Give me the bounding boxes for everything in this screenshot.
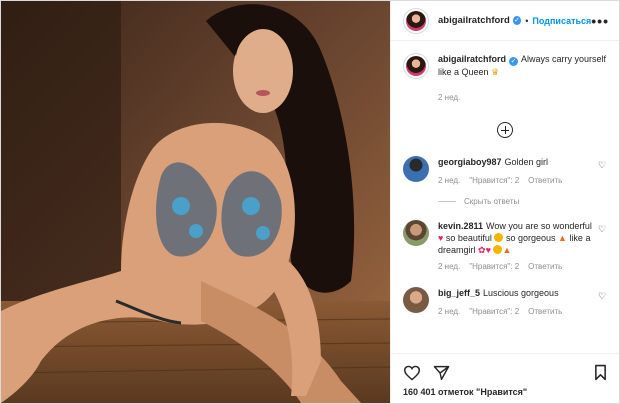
comment-likes[interactable]: "Нравится": 2 bbox=[469, 176, 519, 185]
post-photo[interactable] bbox=[1, 1, 390, 403]
heart-icon[interactable] bbox=[403, 365, 421, 381]
comment-row: georgiaboy987 Golden girl 2 нед. "Нравится… bbox=[403, 156, 607, 187]
comment-likes[interactable]: "Нравится": 2 bbox=[469, 262, 519, 271]
comment-time: 2 нед. bbox=[438, 262, 461, 271]
comment-meta: 2 нед. "Нравится": 2 Ответить bbox=[438, 175, 597, 187]
bookmark-icon[interactable] bbox=[594, 364, 607, 381]
comment-text: Luscious gorgeous bbox=[483, 288, 559, 298]
comments-feed[interactable]: abigailratchford ✓ Always carry yourself l… bbox=[391, 41, 619, 341]
follow-button[interactable]: Подписаться bbox=[532, 16, 591, 26]
fire-icon: ▲ bbox=[502, 245, 512, 255]
red-heart-icon: ♥ bbox=[438, 233, 444, 243]
photo-illustration bbox=[1, 1, 390, 403]
author-username[interactable]: abigailratchford bbox=[438, 15, 510, 26]
comment-username[interactable]: georgiaboy987 bbox=[438, 157, 502, 167]
reply-button[interactable]: Ответить bbox=[528, 307, 562, 316]
commenter-avatar[interactable] bbox=[403, 156, 429, 182]
action-bar bbox=[391, 353, 619, 383]
likes-count[interactable]: 160 401 отметок "Нравится" bbox=[403, 387, 527, 397]
fire-icon: ▲ bbox=[558, 233, 567, 243]
caption-time: 2 нед. bbox=[438, 93, 461, 102]
post-header: abigailratchford ✓ • Подписаться ••• bbox=[391, 1, 619, 41]
heart-eyes-face-icon bbox=[494, 233, 504, 242]
separator-dot: • bbox=[525, 15, 529, 26]
caption-username[interactable]: abigailratchford bbox=[438, 54, 506, 64]
instagram-post: abigailratchford ✓ • Подписаться ••• abi… bbox=[0, 0, 620, 404]
comment-time: 2 нед. bbox=[438, 176, 461, 185]
heart-icon[interactable]: ♡ bbox=[597, 160, 607, 171]
heart-icon[interactable]: ♡ bbox=[597, 291, 607, 302]
verified-icon: ✓ bbox=[512, 16, 522, 25]
comment-text: so gorgeous bbox=[505, 233, 556, 243]
caption-avatar[interactable] bbox=[403, 53, 429, 79]
verified-icon: ✓ bbox=[509, 57, 519, 66]
comment-text: so beautiful bbox=[445, 233, 492, 243]
comment-row: big_jeff_5 Luscious gorgeous 2 нед. "Нрави… bbox=[403, 287, 607, 318]
comment-text: Wow you are so wonderful bbox=[486, 221, 592, 231]
heart-icon[interactable]: ♡ bbox=[597, 224, 607, 235]
commenter-avatar[interactable] bbox=[403, 220, 429, 246]
commenter-avatar[interactable] bbox=[403, 287, 429, 313]
comment-username[interactable]: big_jeff_5 bbox=[438, 288, 480, 298]
comment-row: kevin.2811 Wow you are so wonderful ♥ so … bbox=[403, 220, 607, 273]
red-heart-icon: ♥ bbox=[485, 245, 491, 255]
comment-likes[interactable]: "Нравится": 2 bbox=[469, 307, 519, 316]
divider-line bbox=[438, 201, 456, 202]
comment-time: 2 нед. bbox=[438, 307, 461, 316]
share-icon[interactable] bbox=[433, 365, 450, 381]
more-icon[interactable]: ••• bbox=[591, 13, 609, 29]
reply-button[interactable]: Ответить bbox=[528, 262, 562, 271]
crown-icon: ♛ bbox=[491, 67, 500, 77]
hide-replies-button[interactable]: Скрыть ответы bbox=[438, 197, 607, 206]
load-more-icon[interactable] bbox=[497, 122, 513, 138]
reply-button[interactable]: Ответить bbox=[528, 176, 562, 185]
caption: abigailratchford ✓ Always carry yourself l… bbox=[403, 53, 607, 104]
comment-text: Golden girl bbox=[504, 157, 549, 167]
comment-meta: 2 нед. "Нравится": 2 Ответить bbox=[438, 306, 597, 318]
author-avatar[interactable] bbox=[403, 7, 429, 34]
comment-username[interactable]: kevin.2811 bbox=[438, 221, 483, 231]
post-sidebar: abigailratchford ✓ • Подписаться ••• abi… bbox=[390, 1, 619, 403]
hide-replies-label[interactable]: Скрыть ответы bbox=[464, 197, 519, 206]
rose-icon: ✿ bbox=[478, 245, 486, 255]
comment-meta: 2 нед. "Нравится": 2 Ответить bbox=[438, 261, 597, 273]
